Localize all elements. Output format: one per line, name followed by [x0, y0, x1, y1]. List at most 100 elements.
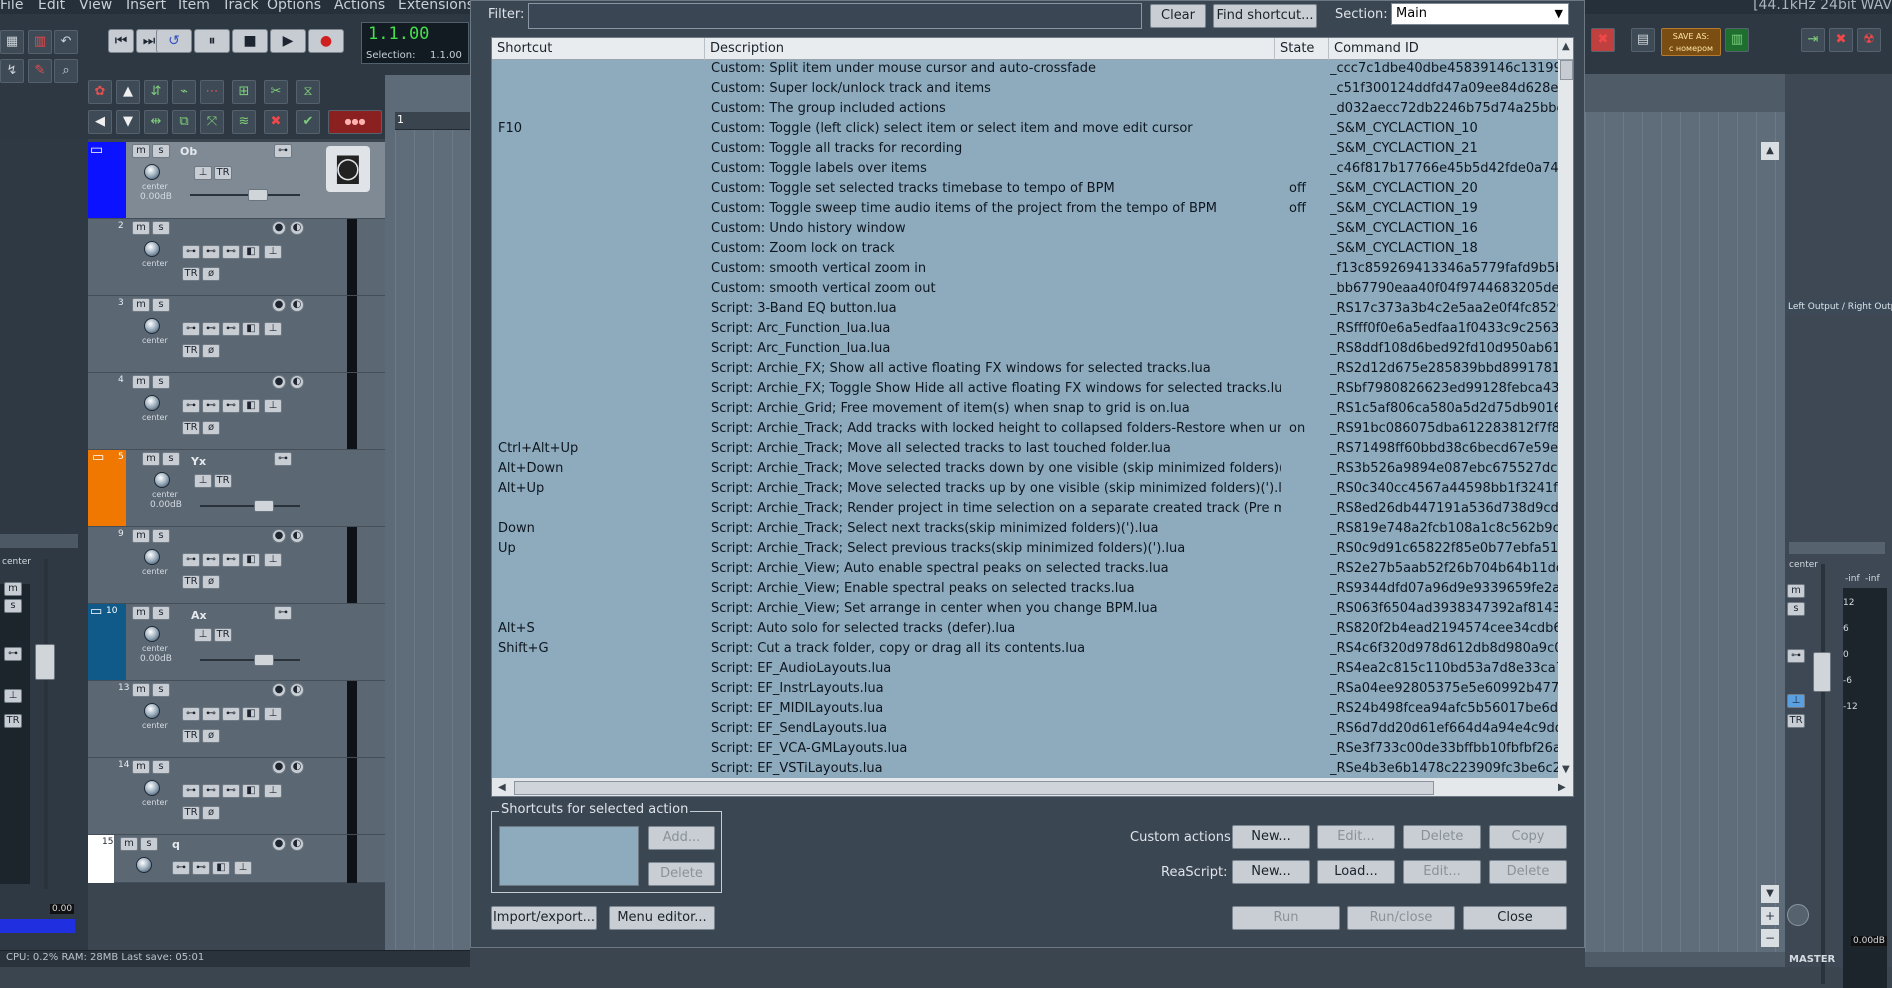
menu-view[interactable]: View	[79, 0, 112, 13]
action-row[interactable]: Script: Archie_Track; Add tracks with lo…	[492, 420, 1558, 440]
mute-button[interactable]: m	[132, 375, 150, 389]
bars-icon[interactable]: ▥	[1725, 28, 1749, 52]
menu-options[interactable]: Options	[267, 0, 321, 13]
reascript-new-button[interactable]: New...	[1232, 860, 1310, 884]
phase-button[interactable]: ø	[202, 344, 220, 358]
action-row[interactable]: Ctrl+Alt+Up Script: Archie_Track; Move al…	[492, 440, 1558, 460]
pan-slider[interactable]	[0, 534, 78, 548]
action-row[interactable]: Script: EF_AudioLayouts.lua _RS4ea2c815c1…	[492, 660, 1558, 680]
action-row[interactable]: Custom: Toggle labels over items _c46f817…	[492, 160, 1558, 180]
route-button[interactable]: ⊥	[234, 861, 252, 875]
env-button[interactable]: ⊶	[182, 399, 200, 413]
solo-button[interactable]: s	[152, 375, 170, 389]
reascript-load-button[interactable]: Load...	[1317, 860, 1395, 884]
fx-button[interactable]: ⊶	[274, 606, 292, 620]
scroll-down-arrow-icon[interactable]: ▼	[1562, 764, 1570, 775]
solo-button[interactable]: s	[152, 298, 170, 312]
action-row[interactable]: Custom: smooth vertical zoom in _f13c8592…	[492, 260, 1558, 280]
arrange-grid[interactable]	[1585, 112, 1785, 952]
action-row[interactable]: Script: 3-Band EQ button.lua _RS17c373a3b…	[492, 300, 1558, 320]
monitor-button[interactable]: ◐	[290, 298, 304, 312]
scroll-left-arrow-icon[interactable]: ◀	[498, 782, 506, 793]
close-button[interactable]: Close	[1463, 906, 1567, 930]
route-button[interactable]: ⊥	[1787, 694, 1805, 708]
glue-icon[interactable]: ⧉	[172, 110, 196, 134]
fx-button[interactable]: ⊶	[4, 647, 22, 661]
paint-icon[interactable]: ✎	[28, 59, 52, 83]
pencil-icon[interactable]: ↯	[0, 59, 24, 83]
action-row[interactable]: Alt+Down Script: Archie_Track; Move selec…	[492, 460, 1558, 480]
track-record-button[interactable]: TR	[4, 714, 22, 728]
vertical-scrollbar[interactable]: ▼	[1558, 60, 1573, 778]
action-row[interactable]: Script: Archie_View; Enable spectral pea…	[492, 580, 1558, 600]
action-row[interactable]: Custom: smooth vertical zoom out _bb67790…	[492, 280, 1558, 300]
zoom-out-button[interactable]: −	[1761, 929, 1779, 947]
route-button[interactable]: ⊥	[264, 784, 282, 798]
reascript-delete-button[interactable]: Delete	[1489, 860, 1567, 884]
env-button[interactable]: ⊶	[182, 245, 200, 259]
actions-list[interactable]: Shortcut Description State Command ID ▲ …	[491, 37, 1574, 797]
insert-button[interactable]: ◧	[242, 245, 260, 259]
fx-button[interactable]: ⊷	[222, 322, 240, 336]
route-button[interactable]: ⊥	[4, 689, 22, 703]
action-row[interactable]: Script: Archie_View; Auto enable spectra…	[492, 560, 1558, 580]
stop-button[interactable]: ■	[232, 29, 268, 53]
solo-button[interactable]: s	[140, 837, 158, 851]
phase-button[interactable]: ø	[202, 729, 220, 743]
route-button[interactable]: ⊥	[194, 628, 212, 642]
record-arm-button[interactable]: ●	[272, 837, 286, 851]
track-record-button[interactable]: TR	[214, 166, 232, 180]
monitor-button[interactable]: ◐	[290, 221, 304, 235]
green-arrow-icon[interactable]: ⇥	[1801, 28, 1825, 52]
track-name[interactable]: Yx	[191, 455, 206, 468]
solo-button[interactable]: s	[152, 529, 170, 543]
track-name[interactable]: Ax	[191, 609, 207, 622]
route-button[interactable]: ⊥	[264, 707, 282, 721]
delete-shortcut-button[interactable]: Delete	[648, 862, 715, 886]
insert-button[interactable]: ◧	[242, 322, 260, 336]
column-header-description[interactable]: Description	[705, 38, 1275, 60]
track-row[interactable]: ▭ 5 m s Yx ⊶ center ⊥ TR 0.00dB	[88, 450, 385, 527]
timeline-ruler[interactable]: 1	[395, 112, 470, 130]
column-header-shortcut[interactable]: Shortcut	[492, 38, 705, 60]
solo-button[interactable]: s	[152, 144, 170, 158]
solo-button[interactable]: s	[4, 599, 22, 613]
menu-editor-button[interactable]: Menu editor...	[609, 906, 715, 930]
mute-button[interactable]: m	[132, 606, 150, 620]
pan-slider[interactable]	[1789, 542, 1885, 554]
group-icon[interactable]: ⊞	[232, 80, 256, 104]
mute-button[interactable]: m	[142, 452, 160, 466]
solo-button[interactable]: s	[162, 452, 180, 466]
track-record-button[interactable]: TR	[182, 729, 200, 743]
insert-button[interactable]: ◧	[242, 707, 260, 721]
column-header-command-id[interactable]: Command ID	[1329, 38, 1558, 60]
action-row[interactable]: Down Script: Archie_Track; Select next tr…	[492, 520, 1558, 540]
action-row[interactable]: Script: EF_SendLayouts.lua _RS6d7dd20d61e…	[492, 720, 1558, 740]
fx-button[interactable]: ⊶	[1787, 649, 1805, 663]
mute-button[interactable]: m	[120, 837, 138, 851]
track-row[interactable]: ▭ m s Ob ⊶ ⊥ TR center 0.00dB ◙	[88, 142, 385, 219]
pan-knob[interactable]	[144, 395, 160, 411]
action-row[interactable]: Script: Archie_Grid; Free movement of it…	[492, 400, 1558, 420]
track-row[interactable]: 13 m s ● ◐ center ⊶ ⊷ ⊷ ◧ ⊥ TR ø	[88, 681, 385, 758]
volume-fader[interactable]	[35, 644, 55, 680]
env-button[interactable]: ⊶	[172, 861, 190, 875]
action-row[interactable]: Custom: Undo history window _S&M_CYCLACTI…	[492, 220, 1558, 240]
record-arm-button[interactable]: ●	[272, 529, 286, 543]
pan-knob[interactable]	[144, 318, 160, 334]
track-row[interactable]: 9 m s ● ◐ center ⊶ ⊷ ⊷ ◧ ⊥ TR ø	[88, 527, 385, 604]
crossfade-icon[interactable]: ⧖	[296, 80, 320, 104]
track-row[interactable]: 15 m s q ● ◐ ⊶ ⊷ ◧ ⊥	[88, 835, 385, 883]
ripple-icon[interactable]: ≋	[232, 110, 256, 134]
monitor-icon[interactable]: ▤	[1631, 28, 1655, 52]
route-button[interactable]: ⊥	[194, 166, 212, 180]
custom-new-button[interactable]: New...	[1232, 825, 1310, 849]
speaker-icon[interactable]: ◙	[326, 146, 370, 192]
action-row[interactable]: Alt+Up Script: Archie_Track; Move selecte…	[492, 480, 1558, 500]
monitor-button[interactable]: ◐	[290, 375, 304, 389]
fx-button[interactable]: ⊷	[222, 399, 240, 413]
route-button[interactable]: ⊥	[264, 553, 282, 567]
action-row[interactable]: Custom: Super lock/unlock track and item…	[492, 80, 1558, 100]
run-close-button[interactable]: Run/close	[1347, 906, 1455, 930]
fx-button[interactable]: ⊶	[274, 452, 292, 466]
